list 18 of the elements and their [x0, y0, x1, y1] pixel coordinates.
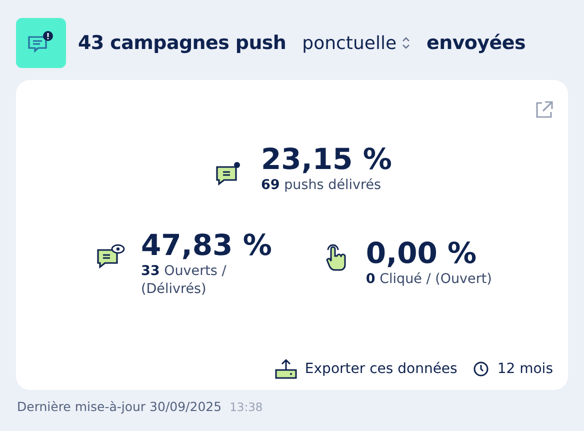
last-update-time: 13:38 — [230, 399, 263, 416]
stat-detail: 0 Cliqué / (Ouvert) — [366, 270, 492, 288]
upload-icon — [274, 358, 297, 380]
stat-detail: 33 Ouverts / (Délivrés) — [141, 262, 228, 298]
stat-detail: 69 pushs délivrés — [261, 176, 382, 194]
sort-caret-icon — [400, 36, 411, 50]
stat-value: 23,15 % — [261, 144, 392, 176]
external-link-icon[interactable] — [534, 100, 554, 120]
notification-badge-icon — [16, 18, 66, 68]
last-update-text: Dernière mise-à-jour 30/09/2025 — [17, 398, 222, 416]
header-suffix: envoyées — [426, 30, 526, 56]
period-button[interactable]: 12 mois — [473, 358, 553, 380]
header-title: 43 campagnes push — [78, 30, 286, 56]
export-button[interactable]: Exporter ces données — [274, 358, 458, 380]
stat-value: 0,00 % — [366, 238, 478, 270]
stat-value: 47,83 % — [141, 230, 272, 262]
type-selector[interactable]: ponctuelle — [302, 30, 411, 56]
clock-icon — [473, 361, 490, 377]
